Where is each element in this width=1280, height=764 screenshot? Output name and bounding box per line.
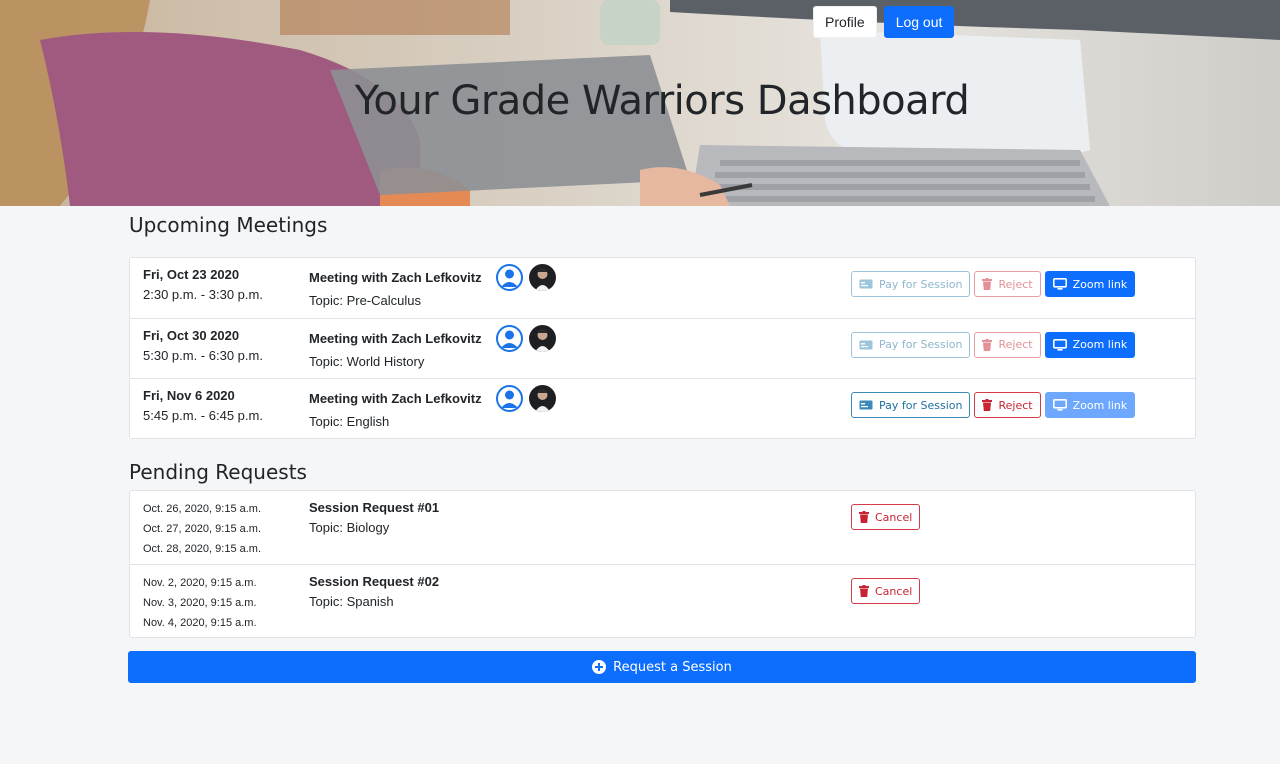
cancel-request-button[interactable]: Cancel bbox=[851, 578, 921, 604]
trash-icon bbox=[982, 278, 993, 290]
upcoming-meetings-list: Fri, Oct 23 2020 2:30 p.m. - 3:30 p.m. M… bbox=[129, 257, 1196, 439]
meeting-time: 5:30 p.m. - 6:30 p.m. bbox=[143, 347, 263, 363]
pay-for-session-button[interactable]: Pay for Session bbox=[851, 392, 971, 418]
trash-icon bbox=[859, 585, 869, 597]
zoom-link-button[interactable]: Zoom link bbox=[1044, 392, 1136, 418]
meeting-topic: Topic: World History bbox=[309, 353, 425, 369]
request-session-label: Request a Session bbox=[613, 659, 732, 675]
monitor-icon bbox=[1052, 399, 1067, 411]
profile-button[interactable]: Profile bbox=[813, 6, 877, 38]
monitor-icon bbox=[1052, 338, 1067, 351]
request-date: Oct. 26, 2020, 9:15 a.m. bbox=[143, 503, 262, 515]
plus-circle-icon bbox=[592, 660, 607, 674]
tutor-avatar bbox=[529, 264, 556, 291]
page-title: Your Grade Warriors Dashboard bbox=[354, 78, 970, 124]
reject-button[interactable]: Reject bbox=[974, 331, 1041, 358]
zoom-link-button[interactable]: Zoom link bbox=[1044, 271, 1136, 297]
meeting-title: Meeting with Zach Lefkovitz bbox=[309, 330, 482, 346]
pending-requests-list: Oct. 26, 2020, 9:15 a.m. Oct. 27, 2020, … bbox=[129, 490, 1196, 638]
meeting-topic: Topic: Pre-Calculus bbox=[309, 293, 421, 308]
credit-card-icon bbox=[859, 279, 873, 289]
student-avatar bbox=[496, 264, 523, 291]
meeting-date: Fri, Oct 23 2020 bbox=[143, 267, 240, 282]
tutor-avatar bbox=[529, 324, 556, 352]
meeting-time: 5:45 p.m. - 6:45 p.m. bbox=[143, 408, 263, 423]
request-date: Oct. 27, 2020, 9:15 a.m. bbox=[143, 523, 262, 535]
request-dates: Oct. 26, 2020, 9:15 a.m. Oct. 27, 2020, … bbox=[143, 499, 261, 559]
meeting-title: Meeting with Zach Lefkovitz bbox=[309, 270, 482, 285]
request-date: Nov. 2, 2020, 9:15 a.m. bbox=[143, 577, 257, 589]
request-date: Nov. 3, 2020, 9:15 a.m. bbox=[143, 597, 257, 609]
reject-button[interactable]: Reject bbox=[974, 392, 1041, 418]
meeting-time: 2:30 p.m. - 3:30 p.m. bbox=[143, 287, 263, 302]
meeting-title: Meeting with Zach Lefkovitz bbox=[309, 391, 482, 406]
pay-for-session-button[interactable]: Pay for Session bbox=[851, 271, 971, 297]
request-topic: Topic: Biology bbox=[309, 520, 390, 535]
meeting-date: Fri, Oct 30 2020 bbox=[143, 327, 240, 343]
trash-icon bbox=[982, 338, 993, 351]
meeting-topic: Topic: English bbox=[309, 414, 390, 429]
credit-card-icon bbox=[859, 400, 873, 410]
logout-button[interactable]: Log out bbox=[883, 6, 955, 38]
request-date: Oct. 28, 2020, 9:15 a.m. bbox=[143, 543, 262, 555]
request-row: Oct. 26, 2020, 9:15 a.m. Oct. 27, 2020, … bbox=[130, 491, 1195, 565]
request-title: Session Request #02 bbox=[309, 574, 440, 589]
pay-for-session-button[interactable]: Pay for Session bbox=[851, 331, 971, 358]
meeting-row: Fri, Oct 23 2020 2:30 p.m. - 3:30 p.m. M… bbox=[130, 258, 1195, 319]
meeting-date: Fri, Nov 6 2020 bbox=[143, 388, 235, 403]
trash-icon bbox=[859, 511, 869, 523]
meeting-row: Fri, Nov 6 2020 5:45 p.m. - 6:45 p.m. Me… bbox=[130, 379, 1195, 440]
zoom-link-button[interactable]: Zoom link bbox=[1044, 331, 1136, 358]
request-row: Nov. 2, 2020, 9:15 a.m. Nov. 3, 2020, 9:… bbox=[130, 565, 1195, 639]
meeting-row: Fri, Oct 30 2020 5:30 p.m. - 6:30 p.m. M… bbox=[130, 319, 1195, 379]
tutor-avatar bbox=[529, 385, 556, 412]
student-avatar bbox=[496, 385, 523, 412]
student-avatar bbox=[496, 324, 523, 352]
request-topic: Topic: Spanish bbox=[309, 594, 394, 609]
trash-icon bbox=[982, 399, 993, 411]
upcoming-meetings-heading: Upcoming Meetings bbox=[129, 213, 328, 237]
request-dates: Nov. 2, 2020, 9:15 a.m. Nov. 3, 2020, 9:… bbox=[143, 573, 257, 633]
monitor-icon bbox=[1052, 278, 1067, 290]
reject-button[interactable]: Reject bbox=[974, 271, 1041, 297]
request-date: Nov. 4, 2020, 9:15 a.m. bbox=[143, 617, 257, 629]
request-title: Session Request #01 bbox=[309, 500, 440, 515]
request-session-button[interactable]: Request a Session bbox=[128, 651, 1196, 683]
hero-banner: Profile Log out Your Grade Warriors Dash… bbox=[0, 0, 1280, 206]
cancel-request-button[interactable]: Cancel bbox=[851, 504, 921, 530]
credit-card-icon bbox=[859, 340, 873, 350]
pending-requests-heading: Pending Requests bbox=[129, 460, 307, 484]
